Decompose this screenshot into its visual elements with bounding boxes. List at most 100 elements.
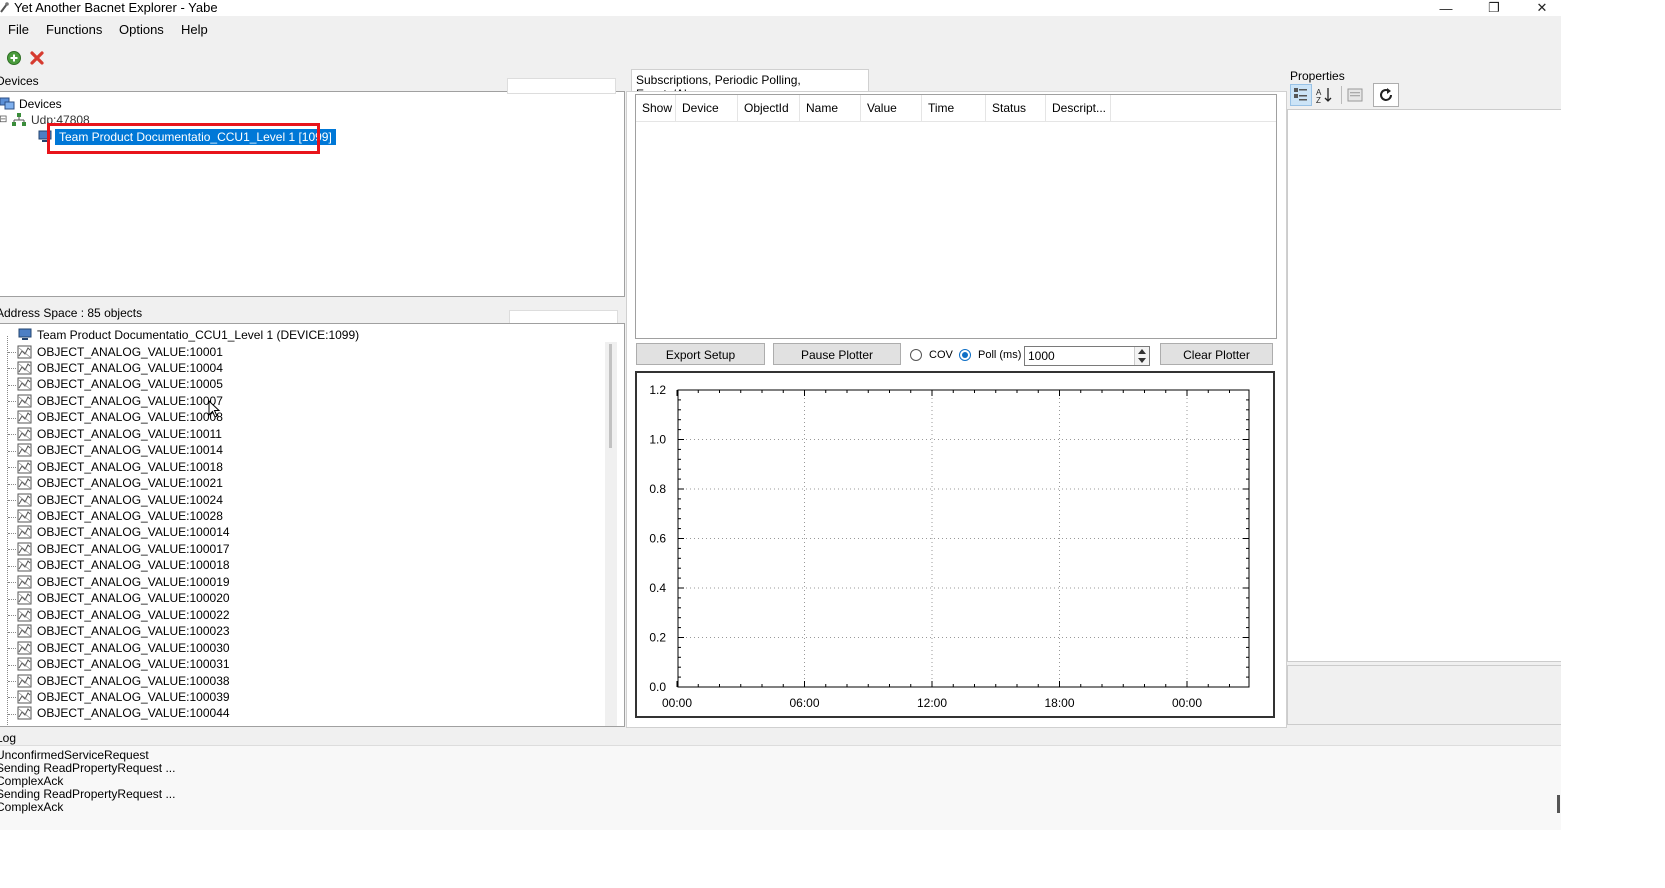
remove-icon[interactable] bbox=[29, 50, 45, 66]
property-pages-button[interactable] bbox=[1344, 84, 1366, 106]
object-item[interactable]: OBJECT_ANALOG_VALUE:100030 bbox=[17, 639, 230, 656]
object-item-label: OBJECT_ANALOG_VALUE:10008 bbox=[37, 410, 223, 425]
object-item[interactable]: OBJECT_ANALOG_VALUE:10028 bbox=[17, 508, 223, 525]
stepper-down-icon[interactable] bbox=[1138, 358, 1146, 363]
col-description[interactable]: Descript... bbox=[1046, 95, 1111, 121]
menu-functions[interactable]: Functions bbox=[46, 22, 102, 37]
close-window-button[interactable]: ✕ bbox=[1522, 0, 1562, 16]
object-item[interactable]: OBJECT_ANALOG_VALUE:10007 bbox=[17, 392, 223, 409]
tree-guide-branch bbox=[8, 549, 16, 551]
analog-value-icon bbox=[17, 525, 32, 539]
object-item[interactable]: OBJECT_ANALOG_VALUE:10001 bbox=[17, 343, 223, 360]
alphabetical-button[interactable]: A Z bbox=[1314, 84, 1336, 106]
object-item[interactable]: OBJECT_ANALOG_VALUE:100031 bbox=[17, 656, 230, 673]
object-item[interactable]: OBJECT_ANALOG_VALUE:100023 bbox=[17, 623, 230, 640]
stepper-buttons[interactable] bbox=[1134, 347, 1149, 365]
object-item-label: OBJECT_ANALOG_VALUE:100038 bbox=[37, 673, 230, 688]
mouse-cursor-icon bbox=[208, 400, 221, 418]
devices-label: Devices bbox=[0, 74, 39, 88]
col-status[interactable]: Status bbox=[986, 95, 1046, 121]
tree-guide-line bbox=[7, 336, 8, 726]
devices-tree[interactable]: Devices ⊟ Udp:47808 Team Product Documen… bbox=[0, 91, 625, 297]
object-item[interactable]: OBJECT_ANALOG_VALUE:100014 bbox=[17, 524, 230, 541]
analog-value-icon bbox=[17, 575, 32, 589]
collapse-icon[interactable]: ⊟ bbox=[0, 114, 11, 125]
clear-plotter-button[interactable]: Clear Plotter bbox=[1160, 343, 1273, 365]
device-root-label: Team Product Documentatio_CCU1_Level 1 (… bbox=[37, 327, 360, 342]
object-item[interactable]: OBJECT_ANALOG_VALUE:100039 bbox=[17, 688, 230, 705]
object-item-label: OBJECT_ANALOG_VALUE:100017 bbox=[37, 541, 230, 556]
object-item[interactable]: OBJECT_ANALOG_VALUE:100044 bbox=[17, 705, 230, 722]
tab-subscriptions[interactable]: Subscriptions, Periodic Polling, Events/… bbox=[631, 69, 869, 101]
tree-guide-branch bbox=[8, 500, 16, 502]
add-icon[interactable] bbox=[6, 50, 22, 66]
desktop-area bbox=[0, 830, 1665, 888]
object-item-label: OBJECT_ANALOG_VALUE:10018 bbox=[37, 459, 223, 474]
object-item[interactable]: OBJECT_ANALOG_VALUE:10024 bbox=[17, 491, 223, 508]
object-item-label: OBJECT_ANALOG_VALUE:100022 bbox=[37, 607, 230, 622]
title-bar: Yet Another Bacnet Explorer - Yabe — ❐ ✕ bbox=[0, 0, 1665, 16]
menu-file[interactable]: File bbox=[8, 22, 29, 37]
address-space-tree[interactable]: Team Product Documentatio_CCU1_Level 1 (… bbox=[0, 323, 625, 727]
app-window: Yet Another Bacnet Explorer - Yabe — ❐ ✕… bbox=[0, 0, 1665, 888]
object-item[interactable]: OBJECT_ANALOG_VALUE:100017 bbox=[17, 540, 230, 557]
categorized-button[interactable] bbox=[1290, 84, 1312, 106]
object-item[interactable]: OBJECT_ANALOG_VALUE:100019 bbox=[17, 573, 230, 590]
refresh-button[interactable] bbox=[1373, 83, 1399, 107]
poll-radio[interactable] bbox=[959, 349, 971, 361]
cov-label: COV bbox=[929, 349, 953, 361]
refresh-icon bbox=[1380, 88, 1392, 101]
log-area[interactable]: UnconfirmedServiceRequest Sending ReadPr… bbox=[0, 745, 1563, 831]
scrollbar-thumb[interactable] bbox=[609, 344, 612, 448]
object-item[interactable]: OBJECT_ANALOG_VALUE:100018 bbox=[17, 557, 230, 574]
analog-value-icon bbox=[17, 674, 32, 687]
minimize-button[interactable]: — bbox=[1426, 0, 1466, 16]
network-computers-icon bbox=[0, 97, 15, 109]
col-name[interactable]: Name bbox=[800, 95, 861, 121]
menu-help[interactable]: Help bbox=[181, 22, 208, 37]
object-item[interactable]: OBJECT_ANALOG_VALUE:100038 bbox=[17, 672, 230, 689]
object-item[interactable]: OBJECT_ANALOG_VALUE:10004 bbox=[17, 359, 223, 376]
restore-button[interactable]: ❐ bbox=[1474, 0, 1514, 16]
tree-guide-branch bbox=[8, 681, 16, 682]
sort-az-icon: A Z bbox=[1316, 88, 1332, 103]
object-item-label: OBJECT_ANALOG_VALUE:100031 bbox=[37, 657, 230, 672]
object-item[interactable]: OBJECT_ANALOG_VALUE:10008 bbox=[17, 409, 223, 426]
poll-interval-value[interactable]: 1000 bbox=[1028, 349, 1055, 363]
export-setup-button[interactable]: Export Setup bbox=[636, 343, 765, 365]
col-time[interactable]: Time bbox=[922, 95, 986, 121]
plotter-chart: 0.0 0.2 0.4 0.6 0.8 1.0 1.2 00:00 06:00 12:00 18:0… bbox=[635, 371, 1275, 718]
menu-options[interactable]: Options bbox=[119, 22, 164, 37]
tree-guide-branch bbox=[8, 565, 16, 567]
analog-value-icon bbox=[17, 608, 32, 622]
object-item[interactable]: OBJECT_ANALOG_VALUE:10014 bbox=[17, 442, 223, 459]
cov-radio[interactable] bbox=[910, 349, 922, 361]
plot-area: 0.0 0.2 0.4 0.6 0.8 1.0 1.2 00:00 06:00 12:00 18:0… bbox=[649, 383, 1250, 710]
address-space-label: Address Space : 85 objects bbox=[0, 306, 143, 320]
col-device[interactable]: Device bbox=[676, 95, 738, 121]
col-show[interactable]: Show bbox=[636, 95, 676, 121]
property-grid[interactable] bbox=[1287, 109, 1565, 662]
object-item[interactable]: OBJECT_ANALOG_VALUE:10011 bbox=[17, 425, 222, 442]
poll-interval-stepper[interactable]: 1000 bbox=[1024, 346, 1150, 366]
property-description bbox=[1287, 665, 1565, 725]
stepper-up-icon[interactable] bbox=[1138, 349, 1146, 354]
col-value[interactable]: Value bbox=[861, 95, 922, 121]
subscriptions-list[interactable]: Show Device ObjectId Name Value Time Sta… bbox=[635, 94, 1277, 339]
log-scroll-marker[interactable] bbox=[1557, 795, 1560, 813]
object-item-label: OBJECT_ANALOG_VALUE:10021 bbox=[37, 476, 223, 491]
object-item[interactable]: OBJECT_ANALOG_VALUE:10021 bbox=[17, 475, 223, 492]
object-item[interactable]: OBJECT_ANALOG_VALUE:10018 bbox=[17, 458, 223, 475]
y-tick-label: 0.2 bbox=[649, 631, 666, 645]
pause-plotter-button[interactable]: Pause Plotter bbox=[773, 343, 901, 365]
vertical-scrollbar[interactable] bbox=[605, 342, 617, 726]
tree-item-device-root[interactable]: Team Product Documentatio_CCU1_Level 1 (… bbox=[17, 326, 359, 343]
object-item-label: OBJECT_ANALOG_VALUE:10001 bbox=[37, 344, 223, 359]
object-item[interactable]: OBJECT_ANALOG_VALUE:100022 bbox=[17, 606, 230, 623]
object-item[interactable]: OBJECT_ANALOG_VALUE:10005 bbox=[17, 376, 223, 393]
object-item[interactable]: OBJECT_ANALOG_VALUE:100020 bbox=[17, 590, 230, 607]
y-tick-label: 1.0 bbox=[649, 433, 666, 447]
app-icon bbox=[0, 2, 9, 13]
col-objectid[interactable]: ObjectId bbox=[738, 95, 800, 121]
tree-item-devices[interactable]: Devices bbox=[0, 95, 62, 112]
